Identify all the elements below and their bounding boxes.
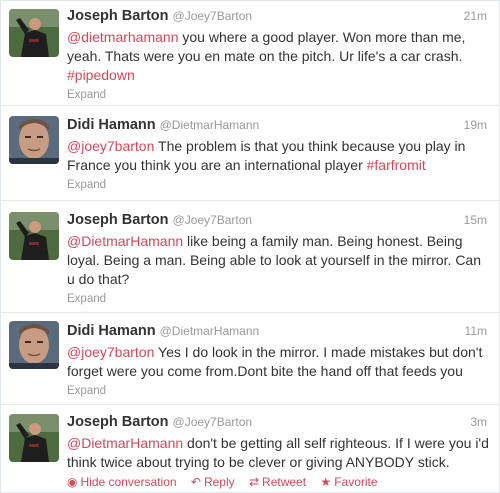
tweet-fullname[interactable]: Didi Hamann: [67, 323, 156, 339]
tweet-timestamp[interactable]: 11m: [465, 324, 487, 338]
tweet-header: Joseph Barton @Joey7Barton 3m: [67, 413, 489, 433]
favorite-label: Favorite: [334, 475, 378, 489]
tweet-fullname[interactable]: Joseph Barton: [67, 212, 169, 228]
tweet-fullname[interactable]: Joseph Barton: [67, 414, 169, 430]
expand-link[interactable]: Expand: [67, 89, 106, 101]
tweet-mention[interactable]: @joey7barton: [67, 344, 154, 360]
hide-conversation-button[interactable]: ◉ Hide conversation: [67, 475, 177, 489]
avatar[interactable]: [9, 9, 59, 57]
favorite-button[interactable]: ★ Favorite: [320, 475, 377, 489]
retweet-button[interactable]: ⇄ Retweet: [249, 475, 306, 489]
tweet[interactable]: Joseph Barton @Joey7Barton 3m @DietmarHam…: [1, 405, 499, 492]
expand-link[interactable]: Expand: [67, 179, 106, 191]
tweet[interactable]: Didi Hamann @DietmarHamann 11m @joey7bart…: [1, 313, 499, 405]
tweet-hashtag[interactable]: #farfromit: [367, 157, 426, 173]
joseph-barton-avatar-image: [9, 414, 59, 462]
tweet-username[interactable]: @DietmarHamann: [160, 118, 260, 132]
tweet-mention[interactable]: @dietmarhamann: [67, 29, 179, 45]
reply-button[interactable]: ↶ Reply: [191, 475, 235, 489]
tweet-timeline: Joseph Barton @Joey7Barton 21m @dietmarha…: [0, 0, 500, 493]
tweet[interactable]: Joseph Barton @Joey7Barton 21m @dietmarha…: [1, 1, 499, 106]
tweet-content: Joseph Barton @Joey7Barton 15m @DietmarHa…: [67, 211, 489, 307]
tweet-timestamp[interactable]: 3m: [470, 415, 487, 429]
speech-bubble-icon: ◉: [67, 475, 78, 489]
tweet-content: Didi Hamann @DietmarHamann 11m @joey7bart…: [67, 322, 489, 399]
tweet-fullname[interactable]: Joseph Barton: [67, 8, 169, 24]
retweet-label: Retweet: [262, 475, 307, 489]
tweet-username[interactable]: @Joey7Barton: [173, 415, 253, 429]
tweet[interactable]: Didi Hamann @DietmarHamann 19m @joey7bart…: [1, 106, 499, 201]
tweet-header: Joseph Barton @Joey7Barton 21m: [67, 7, 489, 27]
avatar[interactable]: [9, 212, 59, 260]
avatar[interactable]: [9, 414, 59, 462]
tweet-timestamp[interactable]: 15m: [464, 213, 487, 227]
tweet-text: @dietmarhamann you where a good player. …: [67, 28, 489, 85]
star-icon: ★: [320, 475, 332, 489]
hide-conversation-label: Hide conversation: [80, 475, 177, 489]
tweet-actions: ◉ Hide conversation ↶ Reply ⇄ Retweet ★ Favo…: [67, 475, 489, 489]
didi-hamann-avatar-image: [9, 321, 59, 369]
tweet-fullname[interactable]: Didi Hamann: [67, 117, 156, 133]
tweet-timestamp[interactable]: 19m: [464, 118, 487, 132]
tweet-mention[interactable]: @DietmarHamann: [67, 233, 183, 249]
joseph-barton-avatar-image: [9, 212, 59, 260]
tweet-timestamp[interactable]: 21m: [464, 9, 487, 23]
reply-arrow-icon: ↶: [190, 475, 201, 489]
tweet-header: Joseph Barton @Joey7Barton 15m: [67, 211, 489, 231]
didi-hamann-avatar-image: [9, 116, 59, 164]
tweet-hashtag[interactable]: #pipedown: [67, 67, 135, 83]
joseph-barton-avatar-image: [9, 9, 59, 57]
tweet-header: Didi Hamann @DietmarHamann 19m: [67, 116, 489, 136]
retweet-icon: ⇄: [248, 475, 260, 489]
tweet-header: Didi Hamann @DietmarHamann 11m: [67, 322, 489, 342]
reply-label: Reply: [203, 475, 235, 489]
avatar[interactable]: [9, 321, 59, 369]
tweet-username[interactable]: @Joey7Barton: [173, 9, 253, 23]
tweet-username[interactable]: @DietmarHamann: [160, 324, 260, 338]
tweet-text: @joey7barton Yes I do look in the mirror…: [67, 343, 489, 381]
avatar[interactable]: [9, 116, 59, 164]
tweet-content: Joseph Barton @Joey7Barton 21m @dietmarha…: [67, 7, 489, 103]
expand-link[interactable]: Expand: [67, 385, 106, 397]
tweet-text: @DietmarHamann like being a family man. …: [67, 232, 489, 289]
tweet-username[interactable]: @Joey7Barton: [173, 213, 253, 227]
tweet-text: @joey7barton The problem is that you thi…: [67, 137, 489, 175]
tweet[interactable]: Joseph Barton @Joey7Barton 15m @DietmarHa…: [1, 201, 499, 313]
tweet-text: @DietmarHamann don't be getting all self…: [67, 434, 489, 472]
tweet-mention[interactable]: @joey7barton: [67, 138, 154, 154]
tweet-content: Joseph Barton @Joey7Barton 3m @DietmarHam…: [67, 413, 489, 489]
tweet-mention[interactable]: @DietmarHamann: [67, 435, 183, 451]
tweet-content: Didi Hamann @DietmarHamann 19m @joey7bart…: [67, 116, 489, 193]
expand-link[interactable]: Expand: [67, 293, 106, 305]
